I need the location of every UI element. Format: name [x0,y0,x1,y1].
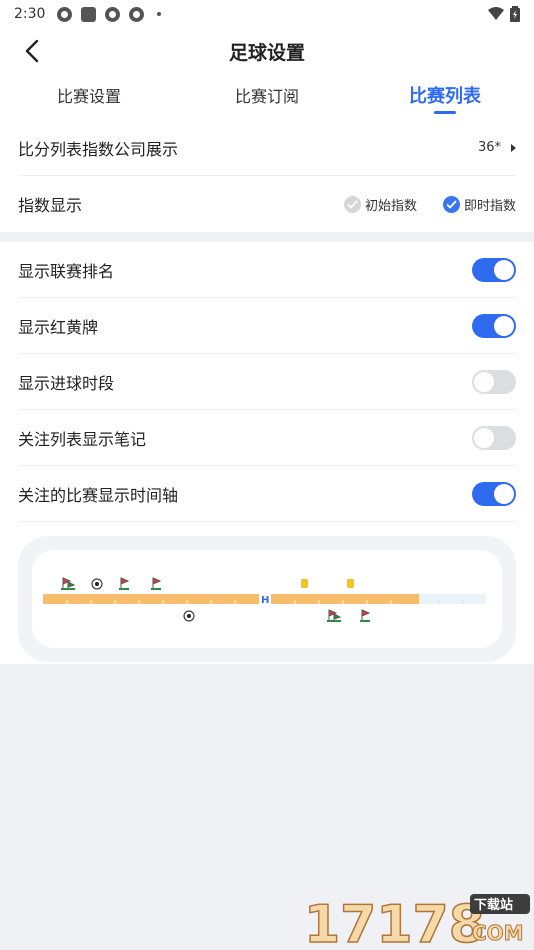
site-watermark-logo: 17178 下载站 COM [303,894,530,950]
toggle-row-cards: 显示红黄牌 [18,298,516,354]
status-time: 2:30 [14,6,46,22]
caret-right-icon [511,143,516,152]
app-notification-icon [81,6,97,22]
toggle-row-notes: 关注列表显示笔记 [18,410,516,466]
toggle-row-timeline: 关注的比赛显示时间轴 [18,466,516,522]
notification-icon [105,6,121,22]
toggle-label: 显示红黄牌 [18,317,99,337]
status-bar: 2:30 [0,0,534,28]
index-company-value-group: 36* [478,140,516,155]
toggle-label: 关注列表显示笔记 [18,429,147,449]
follow-list-notes-toggle[interactable] [472,425,516,450]
football-icon [183,610,195,622]
tab-match-subscription[interactable]: 比赛订阅 [178,74,356,120]
timeline-preview-panel: H [32,550,502,648]
section-divider [0,232,534,242]
timeline-preview-frame: H [18,536,516,662]
index-settings-card: 比分列表指数公司展示 36* 指数显示 初始指数 即时指数 [0,120,534,232]
page-title: 足球设置 [228,41,305,64]
checkmark-icon [343,195,361,213]
football-icon [91,578,103,590]
second-half-bar [271,594,419,604]
corner-flag-icon [119,577,130,590]
corner-flag-icon [327,609,342,622]
yellow-card-icon [301,579,308,588]
battery-icon [510,6,520,22]
wifi-icon [488,7,504,20]
index-company-label: 比分列表指数公司展示 [18,139,179,159]
index-display-row: 指数显示 初始指数 即时指数 [18,176,516,232]
first-half-bar [43,594,259,604]
live-index-option[interactable]: 即时指数 [442,195,516,214]
tab-match-settings[interactable]: 比赛设置 [0,74,178,120]
toggle-label: 显示联赛排名 [18,261,115,281]
watermark-domain: COM [472,921,524,945]
yellow-card-icon [347,579,354,588]
tab-match-list[interactable]: 比赛列表 [356,74,534,120]
remaining-time-bar [419,594,486,604]
notification-icon [129,6,145,22]
corner-flag-icon [360,609,371,622]
header: 足球设置 [0,28,534,74]
watermark-number: 17178 [304,895,485,950]
more-notifications-dot-icon [157,12,162,16]
index-company-row[interactable]: 比分列表指数公司展示 36* [18,120,516,176]
half-time-marker: H [261,595,269,606]
watermark-badge: 下载站 [474,897,513,913]
toggle-label: 显示进球时段 [18,373,115,393]
toggle-label: 关注的比赛显示时间轴 [18,485,179,505]
league-ranking-toggle[interactable] [472,257,516,282]
initial-index-label: 初始指数 [364,198,417,214]
red-yellow-cards-toggle[interactable] [472,313,516,338]
status-right [488,6,520,22]
checkmark-icon [442,195,460,213]
index-company-value: 36* [477,140,501,155]
live-index-label: 即时指数 [463,198,516,214]
corner-flag-icon [151,577,162,590]
goal-period-toggle[interactable] [472,369,516,394]
timeline-toggle[interactable] [472,481,516,506]
toggle-row-goal-period: 显示进球时段 [18,354,516,410]
match-timeline-graphic: H [43,577,486,622]
index-display-label: 指数显示 [18,196,83,215]
back-arrow-icon[interactable] [18,36,48,66]
display-settings-card: 显示联赛排名 显示红黄牌 显示进球时段 关注列表显示笔记 关注的比赛显示时间轴 … [0,242,534,676]
notification-icon [57,6,73,22]
timeline-preview: H [18,522,516,676]
corner-flag-icon [61,577,76,590]
toggle-row-league-ranking: 显示联赛排名 [18,242,516,298]
tab-bar: 比赛设置 比赛订阅 比赛列表 [0,74,534,120]
initial-index-option[interactable]: 初始指数 [343,195,417,214]
